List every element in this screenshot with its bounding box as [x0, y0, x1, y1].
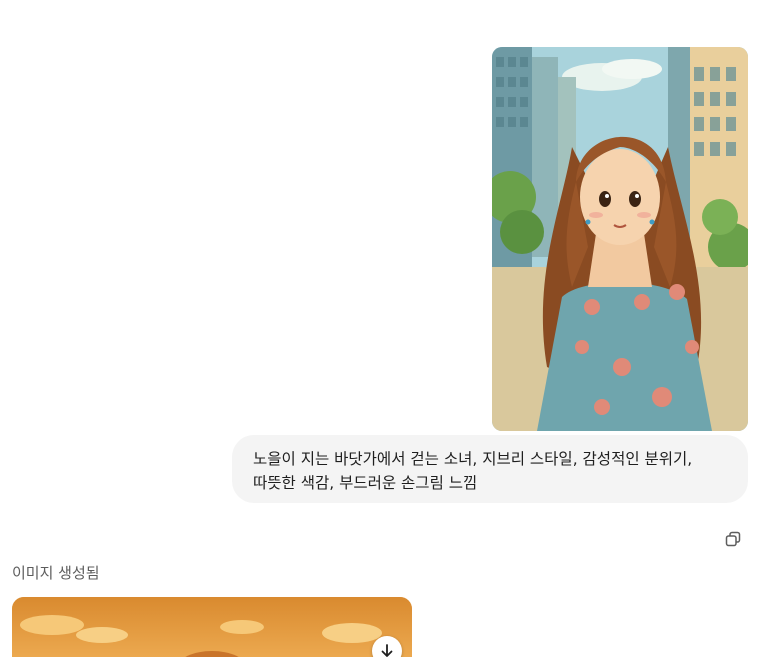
generated-image[interactable]	[12, 597, 412, 657]
sunset-sky-image	[12, 597, 412, 657]
user-message-bubble: 노을이 지는 바닷가에서 걷는 소녀, 지브리 스타일, 감성적인 분위기, 따…	[232, 435, 748, 503]
user-message-text: 노을이 지는 바닷가에서 걷는 소녀, 지브리 스타일, 감성적인 분위기, 따…	[253, 450, 693, 492]
chat-conversation: 노을이 지는 바닷가에서 걷는 소녀, 지브리 스타일, 감성적인 분위기, 따…	[0, 0, 759, 657]
copy-button[interactable]	[722, 528, 744, 550]
download-arrow-icon	[381, 644, 393, 657]
user-uploaded-image[interactable]	[492, 47, 748, 431]
anime-girl-city-image	[492, 47, 748, 431]
image-generated-status: 이미지 생성됨	[12, 564, 100, 582]
copy-icon	[725, 531, 741, 547]
